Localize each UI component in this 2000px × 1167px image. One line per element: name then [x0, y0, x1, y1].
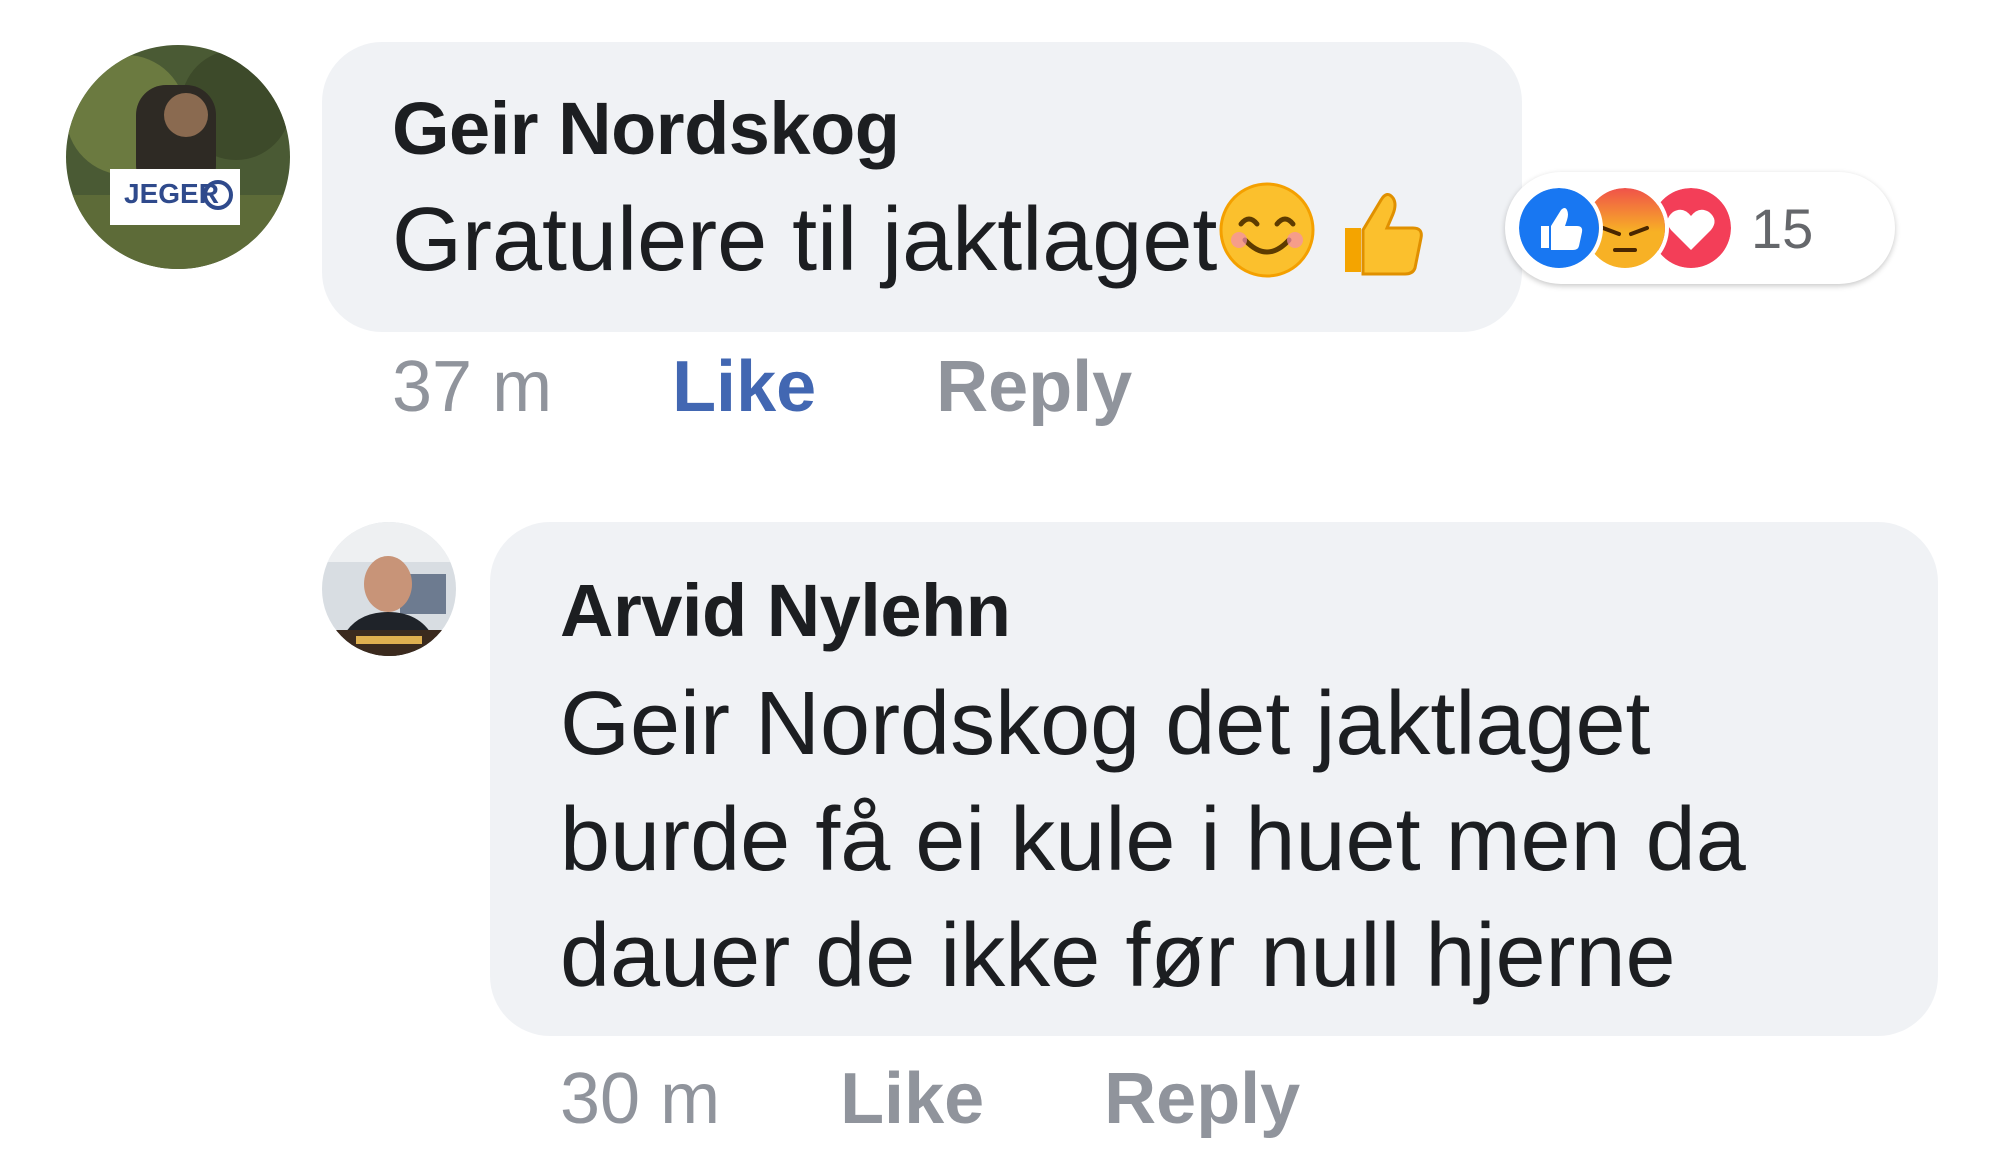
comment-text-line: burde få ei kule i huet men da	[560, 790, 1746, 890]
avatar-photo-icon	[322, 522, 456, 656]
comment-text: Gratulere til jaktlaget	[392, 190, 1218, 290]
comment-author[interactable]: Arvid Nylehn	[560, 574, 1938, 648]
like-button[interactable]: Like	[672, 346, 816, 428]
reply-button[interactable]: Reply	[1104, 1058, 1300, 1140]
comment-bubble: Geir Nordskog Gratulere til jaktlaget	[322, 42, 1522, 332]
comment-timestamp[interactable]: 37 m	[392, 346, 552, 428]
thumbs-up-icon	[1327, 180, 1427, 280]
like-icon	[1515, 184, 1603, 272]
comment-bubble: Arvid Nylehn Geir Nordskog det jaktlaget…	[490, 522, 1938, 1036]
smiling-face-icon	[1217, 180, 1317, 280]
reaction-count: 15	[1751, 196, 1814, 260]
comment-author[interactable]: Geir Nordskog	[392, 92, 1522, 166]
comment-text: Geir Nordskog det jaktlaget burde få ei …	[560, 666, 1938, 1014]
avatar-photo-icon: JEGER	[66, 45, 290, 269]
avatar-geir-nordskog[interactable]: JEGER	[66, 45, 290, 269]
comment-timestamp[interactable]: 30 m	[560, 1058, 720, 1140]
comment-text-line: Geir Nordskog det jaktlaget	[560, 674, 1651, 774]
comment-actions: 30 m Like Reply	[560, 1058, 1300, 1140]
comment-text-line: dauer de ikke før null hjerne	[560, 906, 1676, 1006]
comment-actions: 37 m Like Reply	[392, 346, 1132, 428]
reply-button[interactable]: Reply	[936, 346, 1132, 428]
avatar-arvid-nylehn[interactable]	[322, 522, 456, 656]
like-button[interactable]: Like	[840, 1058, 984, 1140]
reactions-summary[interactable]: 15	[1505, 172, 1895, 284]
comment-text-row: Gratulere til jaktlaget	[392, 180, 1522, 298]
